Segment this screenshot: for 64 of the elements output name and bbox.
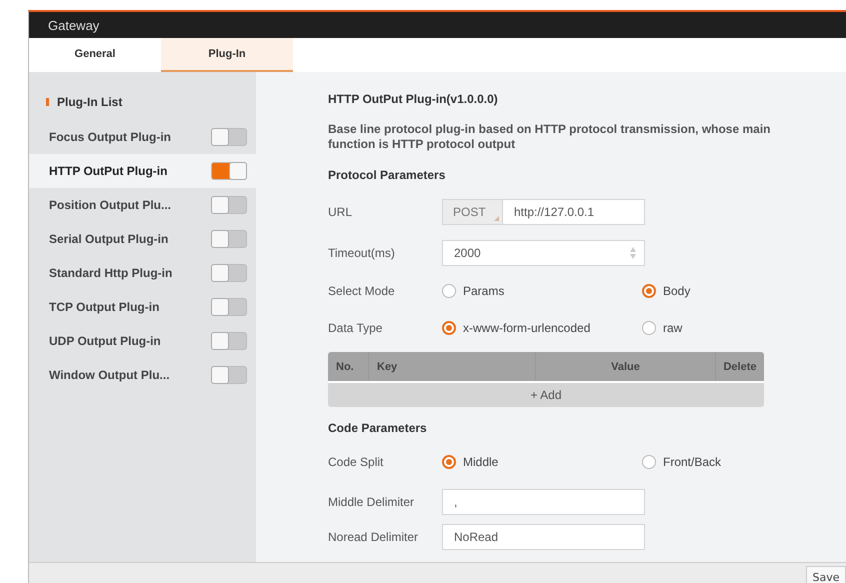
field-label: Noread Delimiter — [328, 530, 420, 544]
sidebar-item[interactable]: HTTP OutPut Plug-in — [29, 154, 256, 188]
sidebar-item[interactable]: Focus Output Plug-in — [29, 120, 256, 154]
radio-label: Middle — [463, 455, 498, 469]
radio-label: Front/Back — [663, 455, 722, 469]
method-dropdown[interactable]: POST — [443, 200, 503, 224]
radio-button[interactable] — [642, 455, 656, 469]
toggle-switch[interactable] — [211, 230, 247, 248]
radio-label: x-www-form-urlencoded — [463, 321, 590, 335]
field-label: Code Split — [328, 455, 384, 469]
corner-icon — [494, 216, 499, 221]
sidebar-item[interactable]: Window Output Plu... — [29, 358, 256, 392]
radio-button[interactable] — [442, 321, 456, 335]
sidebar-item[interactable]: UDP Output Plug-in — [29, 324, 256, 358]
column-header: Key — [368, 352, 535, 381]
sidebar-item[interactable]: Standard Http Plug-in — [29, 256, 256, 290]
save-button[interactable]: Save — [806, 566, 846, 583]
toggle-switch[interactable] — [211, 162, 247, 180]
section-heading: Code Parameters — [328, 421, 428, 435]
radio-button[interactable] — [442, 284, 456, 298]
field-label: Timeout(ms) — [328, 246, 396, 260]
radio-label: Body — [663, 284, 690, 298]
plugin-name: Focus Output Plug-in — [49, 130, 171, 144]
toggle-switch[interactable] — [211, 128, 247, 146]
toggle-switch[interactable] — [211, 366, 247, 384]
radio-label: Params — [463, 284, 504, 298]
field-label: Select Mode — [328, 284, 396, 298]
url-field[interactable]: POST http://127.0.0.1 — [442, 199, 645, 225]
text-field[interactable]: , — [442, 489, 645, 515]
sidebar-title: Plug-In List — [57, 95, 122, 109]
radio-label: raw — [663, 321, 682, 335]
field-label: Middle Delimiter — [328, 495, 416, 509]
spinner-icon[interactable] — [630, 247, 636, 259]
column-header: No. — [335, 360, 355, 374]
toggle-switch[interactable] — [211, 264, 247, 282]
field-label: Data Type — [328, 321, 384, 335]
radio-button[interactable] — [442, 455, 456, 469]
add-button[interactable]: + Add — [328, 383, 764, 407]
plugin-title: HTTP OutPut Plug-in(v1.0.0.0) — [328, 92, 499, 106]
plugin-name: Serial Output Plug-in — [49, 232, 168, 246]
sidebar-item[interactable]: TCP Output Plug-in — [29, 290, 256, 324]
toggle-switch[interactable] — [211, 332, 247, 350]
number-field[interactable]: 2000 — [442, 240, 645, 266]
sidebar-item[interactable]: Serial Output Plug-in — [29, 222, 256, 256]
text-field[interactable]: NoRead — [442, 524, 645, 550]
column-header: Delete — [715, 352, 764, 381]
toggle-switch[interactable] — [211, 298, 247, 316]
plugin-name: UDP Output Plug-in — [49, 334, 161, 348]
section-heading: Protocol Parameters — [328, 168, 446, 182]
toggle-switch[interactable] — [211, 196, 247, 214]
field-label: URL — [328, 205, 354, 219]
radio-button[interactable] — [642, 284, 656, 298]
plugin-name: Standard Http Plug-in — [49, 266, 172, 280]
plugin-name: TCP Output Plug-in — [49, 300, 160, 314]
column-header: Value — [535, 352, 715, 381]
marker-icon — [46, 98, 49, 106]
plugin-name: HTTP OutPut Plug-in — [49, 164, 168, 178]
radio-button[interactable] — [642, 321, 656, 335]
plugin-name: Window Output Plu... — [49, 368, 170, 382]
plugin-name: Position Output Plu... — [49, 198, 171, 212]
tab[interactable]: Plug-In — [161, 38, 293, 72]
plugin-description: Base line protocol plug-in based on HTTP protocol transmission, whose main function is HTTP protocol output — [328, 122, 772, 152]
sidebar-item[interactable]: Position Output Plu... — [29, 188, 256, 222]
window-title: Gateway — [48, 18, 100, 32]
